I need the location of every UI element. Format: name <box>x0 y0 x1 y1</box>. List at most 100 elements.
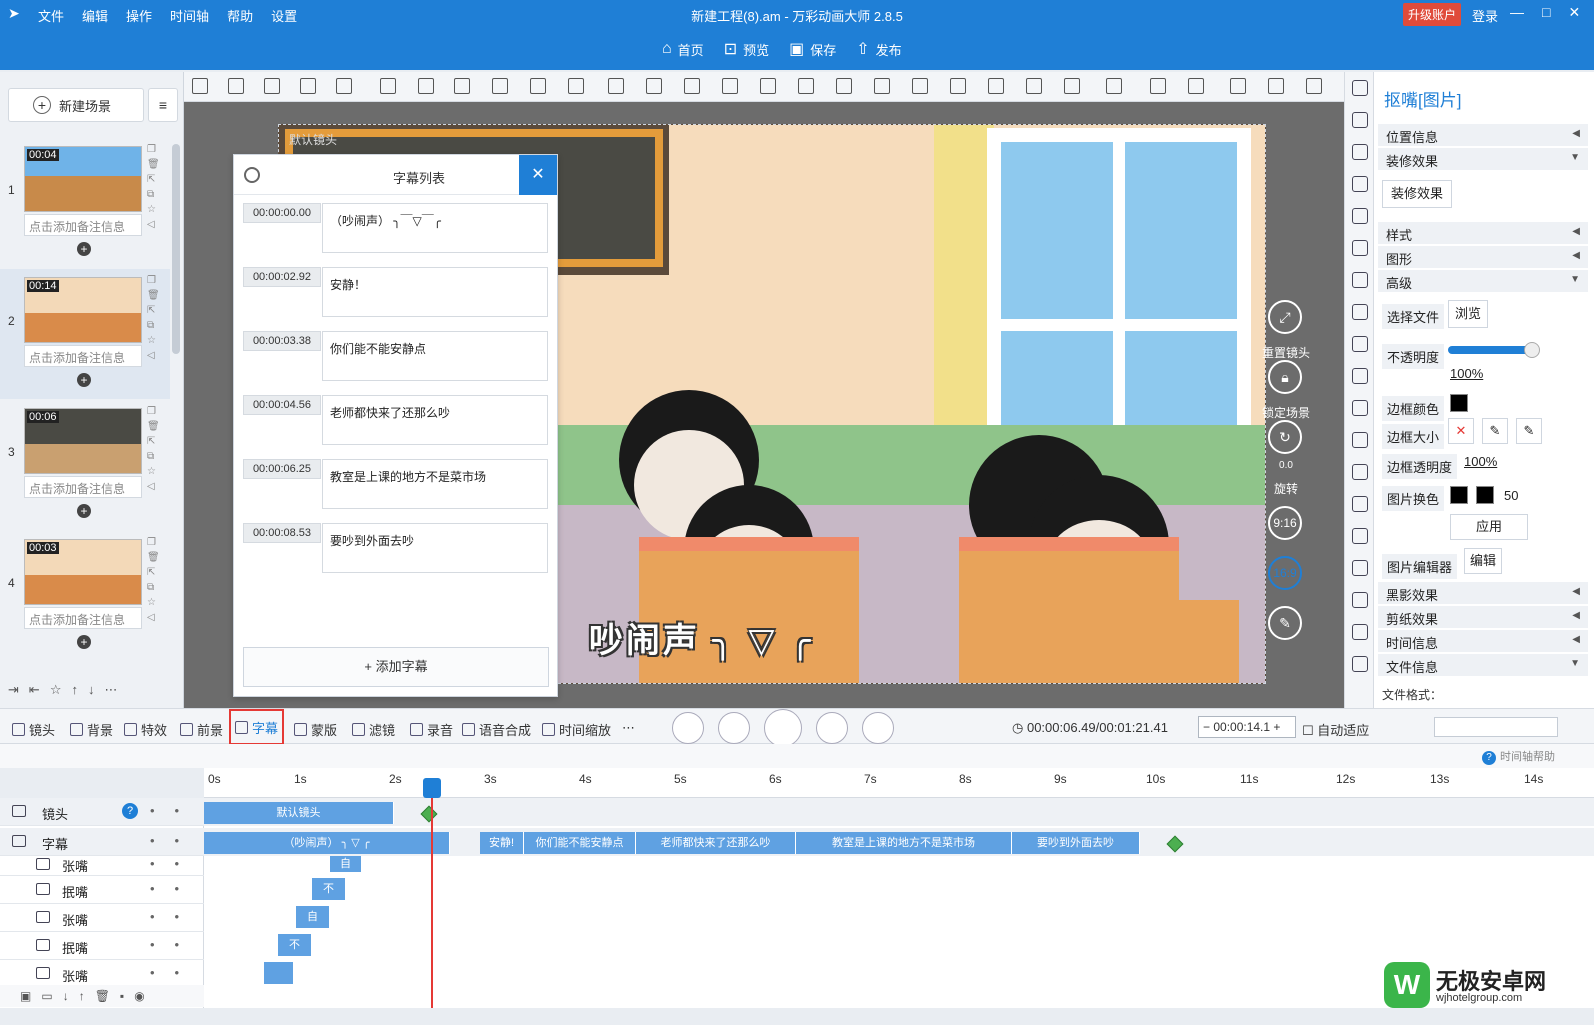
subtitle-text-field[interactable]: 老师都快来了还那么吵 <box>322 395 548 445</box>
text-icon[interactable] <box>1352 208 1368 224</box>
login-button[interactable]: 登录 <box>1472 6 1498 25</box>
align-left-icon[interactable] <box>798 78 814 94</box>
rotate-icon[interactable]: ↻ <box>1268 420 1302 454</box>
time-ruler[interactable]: 0s 1s 2s 3s 4s 5s 6s 7s 8s 9s 10s 11s 12… <box>204 768 1594 798</box>
gallery-icon[interactable] <box>1352 368 1368 384</box>
layer-icon[interactable] <box>336 78 352 94</box>
export-scene-icon[interactable]: ⇤ <box>29 682 40 698</box>
save-button[interactable]: ▣ 保存 <box>789 39 836 59</box>
sigma-icon[interactable] <box>1352 624 1368 640</box>
distribute-v-icon[interactable] <box>722 78 738 94</box>
subtitle-clip[interactable]: 你们能不能安静点 <box>524 832 636 854</box>
export-icon[interactable]: ⇱ <box>147 305 160 316</box>
align-vbottom-icon[interactable] <box>950 78 966 94</box>
export-icon[interactable]: ⇱ <box>147 436 160 447</box>
duplicate-icon[interactable]: ⧉ <box>147 451 160 462</box>
bubble-icon[interactable] <box>1352 304 1368 320</box>
camera-help-icon[interactable]: ? <box>122 803 138 819</box>
menu-settings[interactable]: 设置 <box>271 6 297 25</box>
star-icon[interactable]: ☆ <box>147 597 160 608</box>
shape-icon[interactable] <box>1352 80 1368 96</box>
sound-icon[interactable]: ◁ <box>147 612 160 623</box>
character-icon[interactable] <box>1352 240 1368 256</box>
track-toggle-icons[interactable]: •• <box>150 881 199 896</box>
section-style[interactable]: 样式 ◀ <box>1378 222 1588 244</box>
scene-item[interactable]: 1 00:04 点击添加备注信息 + ❐ 🗑 ⇱ ⧉ ☆ ◁ <box>0 138 170 268</box>
section-advanced[interactable]: 高级 ▼ <box>1378 270 1588 292</box>
section-time-info[interactable]: 时间信息 ◀ <box>1378 630 1588 652</box>
align-center-icon[interactable] <box>874 78 890 94</box>
border-opacity-value[interactable]: 100% <box>1464 454 1497 469</box>
align-vcenter-icon[interactable] <box>988 78 1004 94</box>
track-item[interactable]: 张嘴 •• <box>0 904 204 932</box>
preview-button[interactable]: ⊡ 预览 <box>724 39 769 59</box>
no-border-icon[interactable]: ✕ <box>1448 418 1474 444</box>
prev-frame-icon[interactable] <box>718 712 750 744</box>
subtitle-row[interactable]: 00:00:08.53 要吵到外面去吵 <box>243 523 549 575</box>
next-frame-icon[interactable] <box>816 712 848 744</box>
menu-timeline[interactable]: 时间轴 <box>170 6 209 25</box>
track-item[interactable]: 张嘴 •• <box>0 960 204 988</box>
delete-icon[interactable]: 🗑 <box>147 290 160 301</box>
tab-mask[interactable]: 蒙版 <box>294 720 337 739</box>
delete-icon[interactable]: 🗑 <box>147 421 160 432</box>
subtitle-time[interactable]: 00:00:00.00 <box>243 203 321 223</box>
person-icon[interactable] <box>1352 560 1368 576</box>
zoom-in-icon[interactable] <box>1026 78 1042 94</box>
camera-clip[interactable]: 默认镜头 <box>204 802 394 824</box>
export-icon[interactable]: ⇱ <box>147 567 160 578</box>
add-track-icon[interactable]: ▣ <box>20 989 31 1003</box>
track-toggle-icons[interactable]: •• <box>150 937 199 952</box>
folder-icon[interactable] <box>1352 432 1368 448</box>
section-papercut[interactable]: 剪纸效果 ◀ <box>1378 606 1588 628</box>
scene-menu-icon[interactable]: ≡ <box>148 88 178 122</box>
move-up-icon[interactable]: ↑ <box>71 682 78 698</box>
upgrade-button[interactable]: 升级账户 <box>1403 3 1462 26</box>
undo-icon[interactable] <box>1230 78 1246 94</box>
trash-tool-icon[interactable] <box>530 78 546 94</box>
align-top-icon[interactable] <box>608 78 624 94</box>
scene-thumbnail[interactable]: 00:04 <box>24 146 142 212</box>
more-elements-icon[interactable] <box>1352 656 1368 672</box>
scene-item[interactable]: 3 00:06 点击添加备注信息 + ❐ 🗑 ⇱ ⧉ ☆ ◁ <box>0 400 170 530</box>
subtitle-time[interactable]: 00:00:03.38 <box>243 331 321 351</box>
subtitle-clip[interactable]: 要吵到外面去吵 <box>1012 832 1140 854</box>
playhead-handle[interactable] <box>423 778 441 798</box>
scene-note-field[interactable]: 点击添加备注信息 <box>24 214 142 236</box>
flip-icon[interactable] <box>380 78 396 94</box>
duplicate-icon[interactable]: ⧉ <box>147 320 160 331</box>
duplicate-icon[interactable]: ⧉ <box>147 189 160 200</box>
plane-icon[interactable] <box>1352 528 1368 544</box>
timeline-zoom-slider[interactable] <box>1434 717 1558 737</box>
distribute-icon[interactable] <box>684 78 700 94</box>
section-decoration[interactable]: 装修效果 ▼ <box>1378 148 1588 170</box>
move-down-track-icon[interactable]: ↓ <box>63 989 69 1003</box>
scene-note-field[interactable]: 点击添加备注信息 <box>24 345 142 367</box>
subtitle-row[interactable]: 00:00:04.56 老师都快来了还那么吵 <box>243 395 549 447</box>
reset-camera-icon[interactable]: ⤢ <box>1268 300 1302 334</box>
section-shadow[interactable]: 黑影效果 ◀ <box>1378 582 1588 604</box>
home-button[interactable]: ⌂ 首页 <box>662 39 704 59</box>
replace-icon[interactable] <box>492 78 508 94</box>
section-file-info[interactable]: 文件信息 ▼ <box>1378 654 1588 676</box>
copy-icon[interactable]: ❐ <box>147 537 160 548</box>
tab-filter[interactable]: 滤镜 <box>352 720 395 739</box>
more-tool-icon[interactable] <box>264 78 280 94</box>
auto-adapt-checkbox[interactable]: ☐ 自动适应 <box>1302 720 1369 739</box>
minimize-icon[interactable]: — <box>1510 4 1524 21</box>
subtitle-text-field[interactable]: 教室是上课的地方不是菜市场 <box>322 459 548 509</box>
timeline-help-link[interactable]: ? 时间轴帮助 <box>1482 748 1555 765</box>
scene-note-field[interactable]: 点击添加备注信息 <box>24 607 142 629</box>
subtitle-clip[interactable]: 安静! <box>480 832 524 854</box>
opacity-slider[interactable] <box>1448 342 1540 358</box>
track-item[interactable]: 抿嘴 •• <box>0 876 204 904</box>
new-scene-button[interactable]: + 新建场景 <box>8 88 144 122</box>
scene-thumbnail[interactable]: 00:14 <box>24 277 142 343</box>
move-up-track-icon[interactable]: ↑ <box>79 989 85 1003</box>
paste-icon[interactable] <box>1188 78 1204 94</box>
more-tabs-icon[interactable]: ⋯ <box>622 720 635 736</box>
scene-item[interactable]: 4 00:03 点击添加备注信息 + ❐ 🗑 ⇱ ⧉ ☆ ◁ <box>0 531 170 661</box>
track-camera[interactable]: 镜头 ? •• <box>0 798 204 826</box>
border-thick-icon[interactable]: ✎ <box>1516 418 1542 444</box>
tab-foreground[interactable]: 前景 <box>180 720 223 739</box>
